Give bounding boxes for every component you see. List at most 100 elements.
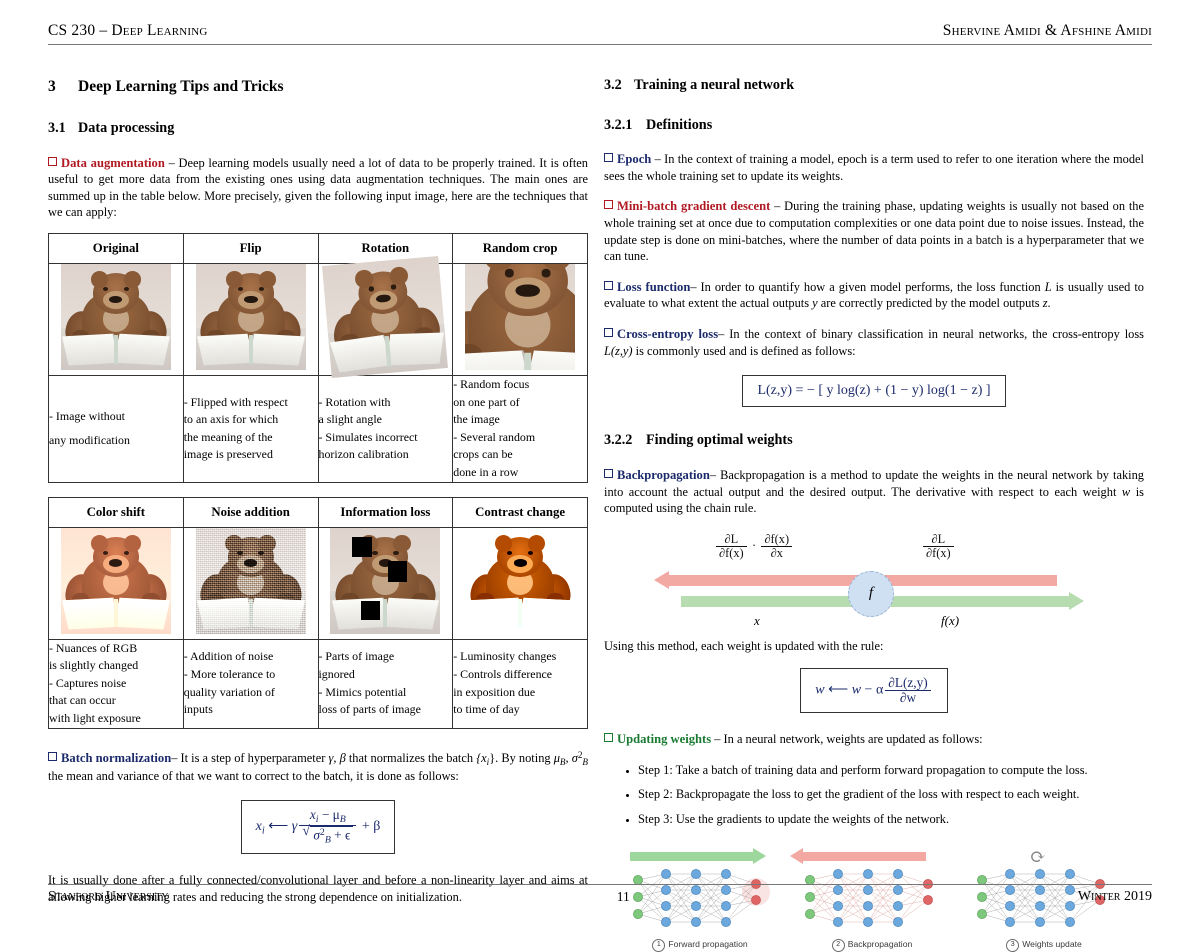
- cell-image-flip: [182, 262, 319, 376]
- input-label-x: x: [754, 612, 760, 628]
- teddy-bear-contrast-image: [465, 527, 576, 634]
- paragraph-updating-weights: Updating weights – In a neural network, …: [604, 731, 1144, 748]
- table-caption-row: - Nuances of RGB is slightly changed - C…: [48, 638, 588, 729]
- paragraph-update-rule-intro: Using this method, each weight is update…: [604, 638, 884, 653]
- output-gradient-expression: ∂L ∂f(x): [921, 532, 956, 560]
- gradient-fraction-dL-dfx-right: ∂L ∂f(x): [923, 532, 954, 560]
- cell-caption-contrast-change: - Luminosity changes - Controls differen…: [452, 638, 588, 729]
- term-batch-normalization: Batch normalization: [48, 751, 171, 765]
- occlusion-box-3: [361, 600, 380, 620]
- nn-caption-weights-update: 3 Weights update: [968, 938, 1120, 952]
- teddy-bear-rotated-image: [322, 255, 449, 378]
- list-item: Step 1: Take a batch of training data an…: [638, 762, 1144, 779]
- section-title-3-2: Training a neural network: [634, 77, 795, 93]
- output-label-fx: f(x): [941, 612, 960, 628]
- table-header-row: Color shift Noise addition Information l…: [48, 496, 588, 528]
- section-title-3-1: Data processing: [78, 120, 175, 137]
- footer-page-number: 11: [616, 889, 630, 904]
- sqrt-icon: σ2B + ϵ: [302, 825, 354, 846]
- forward-arrow-green-icon: [630, 847, 766, 864]
- term-mini-batch-gradient-descent: Mini-batch gradient descent: [604, 199, 770, 213]
- section-heading-3-2: 3.2 Training a neural network: [604, 77, 1144, 94]
- cell-caption-rotation: - Rotation with a slight angle - Simulat…: [317, 374, 454, 483]
- section-number-3-2: 3.2: [604, 77, 622, 93]
- section-heading-3-2-2: 3.2.2 Finding optimal weights: [604, 432, 1144, 449]
- table-caption-row: - Image without any modification - Flipp…: [48, 374, 588, 483]
- header-course-title: CS 230 – Deep Learning: [48, 22, 208, 39]
- page-footer: Stanford University 11 Winter 2019: [48, 884, 1152, 905]
- augmentation-table-1: Original Flip Rotation Random crop - Ima…: [48, 232, 588, 483]
- augmentation-table-2: Color shift Noise addition Information l…: [48, 496, 588, 729]
- paragraph-cross-entropy-loss: Cross-entropy loss– In the context of bi…: [604, 326, 1144, 358]
- cell-caption-color-shift: - Nuances of RGB is slightly changed - C…: [48, 638, 184, 729]
- section-number-3-2-1: 3.2.1: [604, 116, 633, 133]
- th-color-shift: Color shift: [48, 496, 184, 528]
- dot-operator: ·: [751, 537, 757, 553]
- backward-arrow-red-icon: [790, 847, 926, 864]
- th-random-crop: Random crop: [452, 232, 588, 264]
- symbol-w: w: [1121, 484, 1131, 499]
- teddy-bear-original-image: [60, 263, 171, 370]
- cell-image-random-crop: [452, 262, 588, 376]
- section-heading-3-1: 3.1 Data processing: [48, 120, 588, 137]
- symbol-gamma-beta: γ, β: [328, 750, 346, 765]
- header-authors: Shervine Amidi & Afshine Amidi: [942, 22, 1152, 39]
- weight-update-equation: w ⟵ w − α ∂L(z,y) ∂w: [800, 668, 948, 713]
- teddy-bear-noisy-image: [195, 527, 306, 634]
- term-bullet-icon: [48, 156, 57, 166]
- gradient-fraction-dL-dfx: ∂L ∂f(x): [716, 532, 747, 560]
- symbol-L-z-y: L(z,y): [604, 343, 633, 358]
- th-information-loss: Information loss: [317, 496, 454, 528]
- cell-caption-noise-addition: - Addition of noise - More tolerance to …: [182, 638, 319, 729]
- th-noise-addition: Noise addition: [182, 496, 319, 528]
- teddy-bear-information-loss-image: [330, 527, 441, 634]
- symbol-L: L: [1044, 279, 1052, 294]
- paragraph-batch-normalization: Batch normalization– It is a step of hyp…: [48, 749, 588, 783]
- nn-caption-forward-propagation: 1 Forward propagation: [624, 938, 776, 952]
- cell-image-color-shift: [48, 526, 184, 640]
- chain-rule-gradient-expression: ∂L ∂f(x) · ∂f(x) ∂x: [714, 532, 794, 560]
- backpropagation-diagram: ∂L ∂f(x) · ∂f(x) ∂x ∂L ∂f(x) f x f(x): [654, 532, 1089, 628]
- weight-update-equation-wrapper: w ⟵ w − α ∂L(z,y) ∂w: [604, 668, 1144, 713]
- occlusion-box-1: [352, 537, 373, 558]
- term-data-augmentation: Data augmentation: [48, 156, 165, 170]
- footer-university: Stanford University: [48, 889, 169, 904]
- term-bullet-icon: [48, 751, 57, 761]
- teddy-bear-color-shift-image: [60, 527, 171, 634]
- th-contrast-change: Contrast change: [452, 496, 588, 528]
- batch-norm-fraction: xi − μBσ2B + ϵ: [299, 808, 357, 846]
- cell-image-contrast-change: [452, 526, 588, 640]
- th-flip: Flip: [182, 232, 319, 264]
- teddy-bear-flipped-image: [195, 263, 306, 370]
- footer-term: Winter 2019: [1077, 889, 1152, 904]
- section-heading-3: 3 Deep Learning Tips and Tricks: [48, 78, 588, 95]
- table-header-row: Original Flip Rotation Random crop: [48, 232, 588, 264]
- gradient-fraction-dfx-dx: ∂f(x) ∂x: [761, 532, 793, 560]
- list-item: Step 2: Backpropagate the loss to get th…: [638, 786, 1144, 803]
- section-title-3-2-2: Finding optimal weights: [646, 432, 793, 449]
- section-number-3-2-2: 3.2.2: [604, 432, 633, 449]
- section-number-3: 3: [48, 78, 56, 95]
- cell-caption-random-crop: - Random focus on one part of the image …: [452, 374, 588, 483]
- cell-image-information-loss: [317, 526, 454, 640]
- cell-image-rotation: [317, 255, 454, 378]
- updating-weights-steps-list: Step 1: Take a batch of training data an…: [604, 762, 1144, 828]
- th-original: Original: [48, 232, 184, 264]
- occlusion-box-2: [387, 561, 408, 582]
- cell-image-original: [48, 262, 184, 376]
- section-number-3-1: 3.1: [48, 120, 66, 137]
- update-rule-fraction: ∂L(z,y) ∂w: [885, 676, 931, 705]
- cell-caption-original: - Image without any modification: [48, 374, 184, 483]
- step-number-badge: 3: [1006, 938, 1020, 952]
- batch-norm-equation-wrapper: xi ⟵ γxi − μBσ2B + ϵ + β: [48, 800, 588, 855]
- section-title-3: Deep Learning Tips and Tricks: [78, 78, 284, 95]
- paragraph-backpropagation: Backpropagation– Backpropagation is a me…: [604, 467, 1144, 516]
- term-bullet-icon: [604, 153, 613, 163]
- paragraph-epoch: Epoch – In the context of training a mod…: [604, 152, 1144, 183]
- paragraph-data-augmentation: Data augmentation – Deep learning models…: [48, 155, 588, 221]
- teddy-bear-cropped-image: [465, 263, 576, 370]
- term-backpropagation: Backpropagation: [604, 468, 710, 482]
- cross-entropy-equation-wrapper: L(z,y) = − [ y log(z) + (1 − y) log(1 − …: [604, 375, 1144, 408]
- term-bullet-icon: [604, 733, 613, 742]
- cell-image-noise-addition: [182, 526, 319, 640]
